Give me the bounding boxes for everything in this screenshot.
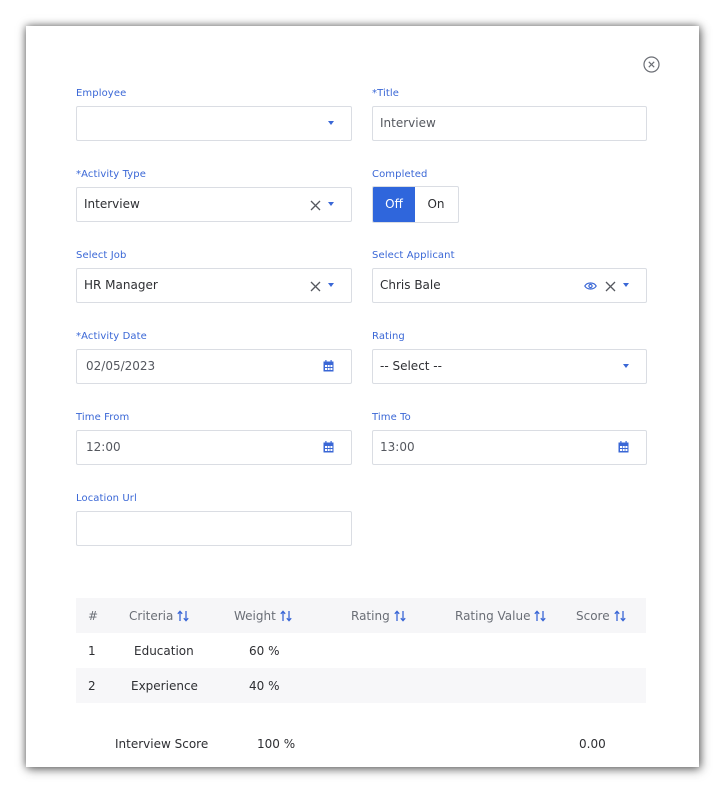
time-from-input[interactable]: 12:00	[76, 430, 352, 465]
time-to-label: Time To	[372, 412, 411, 423]
activity-date-input[interactable]: 02/05/2023	[76, 349, 352, 384]
row-rating[interactable]	[351, 668, 455, 703]
header-score[interactable]: Score	[576, 598, 646, 633]
row-weight: 60 %	[249, 643, 280, 658]
row-rating[interactable]	[351, 633, 455, 668]
completed-off-option[interactable]: Off	[373, 187, 415, 222]
score-total: 0.00	[579, 737, 606, 751]
rating-label: Rating	[372, 331, 405, 342]
close-circle-icon[interactable]	[643, 56, 660, 73]
completed-label: Completed	[372, 169, 428, 180]
row-rating-value	[455, 668, 576, 703]
activity-type-label: *Activity Type	[76, 169, 146, 180]
sort-icon[interactable]	[613, 610, 626, 622]
activity-type-value: Interview	[84, 197, 140, 211]
completed-on-option[interactable]: On	[415, 187, 457, 222]
calendar-icon[interactable]	[618, 441, 629, 453]
select-applicant-label: Select Applicant	[372, 250, 455, 261]
header-rating-value[interactable]: Rating Value	[455, 598, 576, 633]
location-url-label: Location Url	[76, 493, 137, 504]
title-label: *Title	[372, 88, 400, 99]
header-num: #	[76, 598, 129, 633]
header-criteria[interactable]: Criteria	[129, 598, 234, 633]
table-header-row: # Criteria Weight Rating Rating Value Sc…	[76, 598, 646, 633]
row-score	[576, 633, 646, 668]
title-value: Interview	[380, 116, 436, 130]
location-url-input[interactable]	[76, 511, 352, 546]
clear-x-icon[interactable]	[605, 281, 616, 292]
select-job-select[interactable]: HR Manager	[76, 268, 352, 303]
calendar-icon[interactable]	[323, 360, 334, 372]
row-num: 1	[88, 643, 96, 658]
select-applicant-select[interactable]: Chris Bale	[372, 268, 647, 303]
employee-label: Employee	[76, 88, 127, 99]
header-weight[interactable]: Weight	[234, 598, 351, 633]
select-applicant-value: Chris Bale	[380, 278, 441, 292]
criteria-table: # Criteria Weight Rating Rating Value Sc…	[76, 598, 646, 703]
select-job-value: HR Manager	[84, 278, 158, 292]
rating-select[interactable]: -- Select --	[372, 349, 647, 384]
completed-toggle[interactable]: Off On	[372, 186, 459, 223]
row-score	[576, 668, 646, 703]
title-input[interactable]: Interview	[372, 106, 647, 141]
weight-total: 100 %	[257, 737, 296, 751]
table-row[interactable]: 1 Education 60 %	[76, 633, 646, 668]
time-from-value: 12:00	[86, 440, 121, 454]
row-rating-value	[455, 633, 576, 668]
sort-icon[interactable]	[394, 610, 406, 622]
chevron-down-icon[interactable]	[623, 283, 629, 287]
rating-value: -- Select --	[380, 359, 442, 373]
table-row[interactable]: 2 Experience 40 %	[76, 668, 646, 703]
chevron-down-icon[interactable]	[623, 364, 629, 368]
sort-icon[interactable]	[534, 610, 547, 622]
activity-date-label: *Activity Date	[76, 331, 147, 342]
employee-select[interactable]	[76, 106, 352, 141]
time-to-input[interactable]: 13:00	[372, 430, 647, 465]
activity-type-select[interactable]: Interview	[76, 187, 352, 222]
eye-icon[interactable]	[584, 281, 597, 291]
sort-icon[interactable]	[177, 610, 190, 622]
activity-date-value: 02/05/2023	[86, 359, 156, 373]
activity-modal: Employee *Title Interview *Activity Type…	[26, 26, 699, 767]
interview-score-label: Interview Score	[115, 737, 209, 751]
chevron-down-icon[interactable]	[328, 283, 334, 287]
chevron-down-icon[interactable]	[328, 121, 334, 125]
select-job-label: Select Job	[76, 250, 127, 261]
clear-x-icon[interactable]	[310, 281, 321, 292]
row-num: 2	[76, 668, 129, 703]
row-criteria: Experience	[129, 668, 234, 703]
sort-icon[interactable]	[280, 610, 292, 622]
time-to-value: 13:00	[380, 440, 415, 454]
chevron-down-icon[interactable]	[328, 202, 334, 206]
row-criteria: Education	[134, 643, 194, 658]
row-weight: 40 %	[234, 668, 351, 703]
header-rating[interactable]: Rating	[351, 598, 455, 633]
time-from-label: Time From	[76, 412, 130, 423]
calendar-icon[interactable]	[323, 441, 334, 453]
clear-x-icon[interactable]	[310, 200, 321, 211]
